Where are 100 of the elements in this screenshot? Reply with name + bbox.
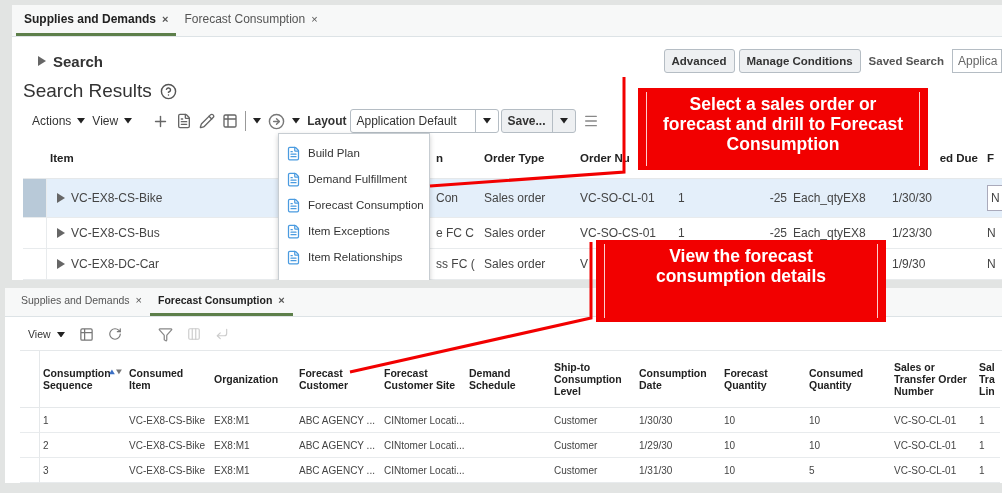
table-cell: VC-SO-CL-01	[894, 414, 957, 426]
table-cell: ABC AGENCY ...	[299, 464, 375, 476]
table-cell: N	[987, 257, 996, 271]
table-cell: Sales order	[484, 226, 546, 240]
page-icon	[286, 171, 301, 187]
column-header[interactable]: n	[436, 151, 444, 164]
table-cell: VC-SO-CS-01	[580, 226, 656, 240]
table-cell: VC-EX8-CS-Bike	[129, 414, 206, 426]
menu-item[interactable]: Build Plan	[279, 140, 429, 166]
column-header[interactable]: Consumption Date	[639, 367, 717, 391]
column-header[interactable]: Demand Schedule	[469, 367, 547, 391]
search-toggle[interactable]: Search	[38, 52, 104, 70]
filter-icon[interactable]	[157, 326, 173, 342]
close-icon[interactable]: ×	[162, 13, 169, 25]
toolbar-button[interactable]: Manage Conditions	[738, 49, 861, 73]
table-icon[interactable]	[78, 326, 94, 342]
column-header[interactable]: Forecast Customer	[299, 367, 377, 391]
callout: Select a sales order or forecast and drill to Forecast Consumption	[638, 88, 928, 170]
table-cell: -25	[769, 191, 787, 205]
layout-select[interactable]: Application Default	[349, 109, 499, 133]
table-cell: VC-EX8-CS-Bike	[71, 191, 163, 205]
table-cell: 10	[724, 439, 736, 451]
table-cell: CINtomer Locati...	[384, 414, 465, 426]
triangle-icon[interactable]	[57, 228, 65, 238]
table-cell: ss FC (	[436, 257, 475, 271]
menu-button[interactable]: View	[92, 114, 133, 128]
menu-button[interactable]: Actions	[32, 114, 86, 128]
tab[interactable]: Forecast Consumption ×	[176, 5, 326, 36]
column-header[interactable]: Sal Tra Lin	[979, 361, 996, 397]
callout: View the forecast consumption details	[596, 240, 886, 322]
pencil-icon[interactable]	[199, 113, 216, 129]
close-icon[interactable]: ×	[278, 294, 285, 307]
column-header[interactable]: Consumption Sequence	[43, 367, 114, 391]
column-header[interactable]: Forecast Customer Site	[384, 367, 462, 391]
arrow-circle-icon[interactable]	[268, 112, 286, 130]
triangle-icon[interactable]	[57, 259, 65, 269]
table-cell: 1	[979, 439, 985, 451]
table-cell: Customer	[554, 464, 598, 476]
column-header[interactable]: Consumed Item	[129, 367, 207, 391]
triangle-icon[interactable]	[38, 56, 46, 66]
table-cell: 1/23/30	[892, 226, 933, 240]
tab[interactable]: Supplies and Demands ×	[16, 5, 177, 36]
caret-icon	[77, 118, 86, 124]
table-cell: 10	[724, 464, 736, 476]
column-header[interactable]: ed Due	[939, 151, 978, 164]
menu-item[interactable]: Demand Fulfillment	[279, 166, 429, 192]
table-cell: EX8:M1	[214, 414, 250, 426]
close-icon[interactable]: ×	[135, 294, 142, 307]
menu-button[interactable]: View	[28, 328, 65, 341]
caret-icon	[292, 118, 301, 124]
page-icon	[286, 145, 301, 161]
column-header[interactable]: Order Type	[484, 151, 545, 164]
menu-item[interactable]: Item Relationships	[279, 244, 429, 270]
menu-item[interactable]: Forecast Consumption	[279, 192, 429, 218]
table-icon[interactable]	[222, 113, 239, 129]
table-cell: CINtomer Locati...	[384, 464, 465, 476]
column-header[interactable]: Forecast Quantity	[724, 367, 802, 391]
table-cell: 10	[809, 414, 821, 426]
table-cell: Sales order	[484, 257, 546, 271]
table-cell: 1	[979, 464, 985, 476]
table-cell: Customer	[554, 414, 598, 426]
help-icon[interactable]	[159, 82, 177, 100]
saved-search-field[interactable]: Applica	[952, 49, 1002, 73]
table-cell: Each_qtyEX8	[793, 191, 866, 205]
column-header[interactable]: F	[987, 151, 995, 164]
toolbar-button[interactable]: Advanced	[663, 49, 735, 73]
tab[interactable]: Forecast Consumption ×	[150, 288, 293, 316]
table-cell: 1/30/30	[639, 414, 673, 426]
menu-item[interactable]: Item Exceptions	[279, 218, 429, 244]
caret-icon	[482, 118, 491, 124]
page-title: Search Results	[23, 80, 152, 102]
column-header[interactable]: Ship-to Consumption Level	[554, 361, 632, 397]
page-icon	[286, 223, 301, 239]
table-cell: Sales order	[484, 191, 546, 205]
column-header[interactable]: Sales or Transfer Order Number	[894, 361, 972, 397]
list-icon[interactable]	[582, 113, 599, 129]
table-cell: EX8:M1	[214, 439, 250, 451]
table-cell: VC-EX8-CS-Bike	[129, 439, 206, 451]
table-cell: ABC AGENCY ...	[299, 439, 375, 451]
document-icon[interactable]	[176, 113, 193, 129]
table-cell: 2	[43, 439, 49, 451]
column-header[interactable]: Organization	[214, 373, 279, 385]
table-cell: 1/30/30	[892, 191, 933, 205]
tab[interactable]: Supplies and Demands ×	[13, 288, 150, 316]
table-input-field[interactable]: N	[987, 185, 1002, 211]
table-cell: 1	[43, 414, 49, 426]
column-header[interactable]: Item	[50, 151, 74, 164]
refresh-icon[interactable]	[107, 327, 122, 342]
table-cell: Each_qtyEX8	[793, 226, 866, 240]
column-header[interactable]: Consumed Quantity	[809, 367, 887, 391]
save-button[interactable]: Save...	[500, 109, 576, 133]
sort-icon[interactable]	[109, 367, 122, 376]
close-icon[interactable]: ×	[311, 13, 318, 25]
field-label: Saved Search	[868, 55, 944, 67]
table-cell: 1	[678, 226, 685, 240]
table-cell: 10	[809, 439, 821, 451]
triangle-icon[interactable]	[57, 193, 65, 203]
caret-icon	[56, 331, 65, 338]
table-cell: -25	[769, 226, 787, 240]
table-cell: 1/29/30	[639, 439, 673, 451]
